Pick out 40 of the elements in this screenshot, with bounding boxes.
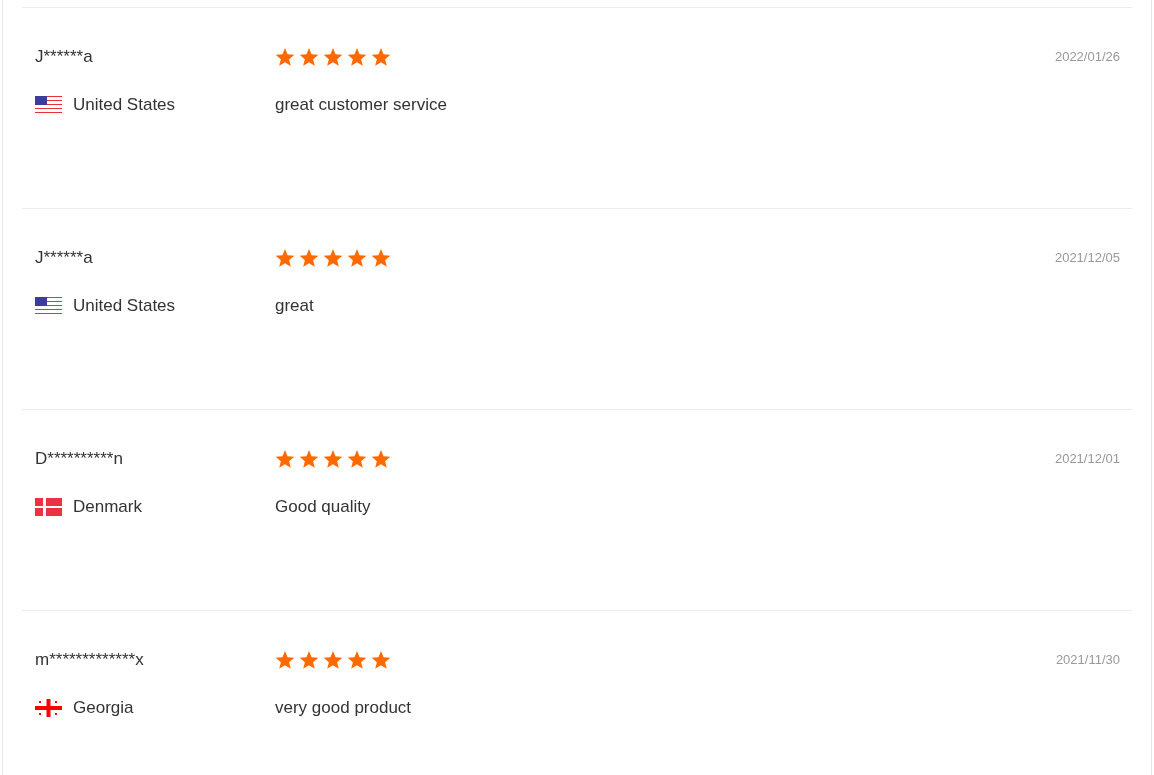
reviewer-name: D**********n (35, 448, 124, 470)
reviewer-name: m*************x (35, 649, 145, 671)
star-icon (299, 449, 319, 469)
star-icon (323, 449, 343, 469)
star-icon (275, 650, 295, 670)
star-icon (371, 248, 391, 268)
review-text: very good product (275, 697, 413, 719)
star-icon (275, 47, 295, 67)
reviewer-name: J******a (35, 46, 94, 68)
star-icon (347, 449, 367, 469)
review-text: great customer service (275, 94, 448, 116)
review-date: 2021/12/01 (1054, 450, 1120, 468)
review-date: 2021/11/30 (1055, 651, 1120, 669)
review-text: Good quality (275, 496, 372, 518)
star-icon (371, 449, 391, 469)
flag-icon (35, 498, 62, 516)
flag-icon (35, 297, 62, 315)
flag-icon (35, 699, 62, 717)
country-name: United States (73, 94, 176, 116)
country-name: Georgia (73, 697, 134, 719)
flag-icon (35, 96, 62, 114)
star-icon (371, 650, 391, 670)
review-text: great (275, 295, 315, 317)
star-icon (371, 47, 391, 67)
star-icon (323, 248, 343, 268)
star-icon (323, 650, 343, 670)
star-icon (347, 248, 367, 268)
star-icon (347, 650, 367, 670)
reviewer-name: J******a (35, 247, 94, 269)
star-icon (347, 47, 367, 67)
star-icon (275, 449, 295, 469)
star-icon (299, 47, 319, 67)
review-date: 2021/12/05 (1054, 249, 1120, 267)
country-name: United States (73, 295, 176, 317)
review-date: 2022/01/26 (1054, 48, 1120, 66)
star-icon (323, 47, 343, 67)
country-name: Denmark (73, 496, 142, 518)
star-icon (299, 248, 319, 268)
star-icon (299, 650, 319, 670)
star-icon (275, 248, 295, 268)
